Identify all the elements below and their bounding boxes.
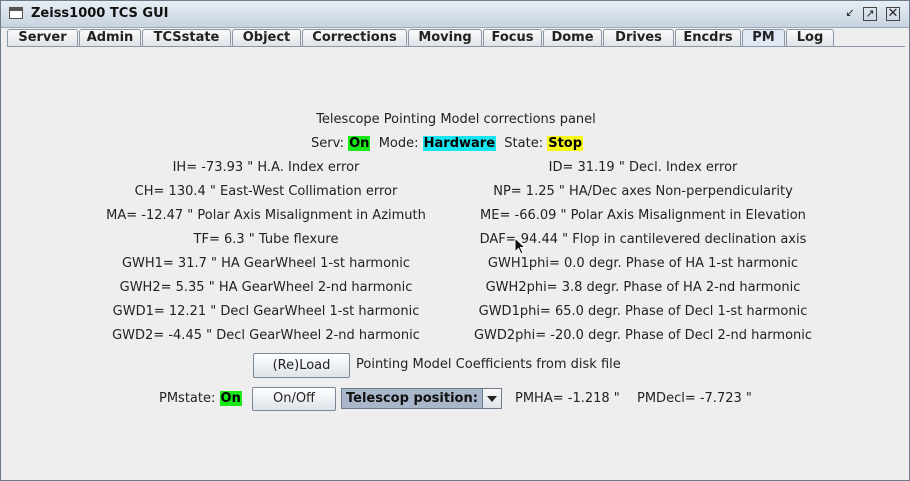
- telescope-position-value: Telescop position:: [346, 391, 478, 406]
- tab-server[interactable]: Server: [7, 29, 78, 46]
- param-id: ID= 31.19 " Decl. Index error: [548, 160, 738, 175]
- reload-description: Pointing Model Coefficients from disk fi…: [356, 357, 621, 372]
- pmstate-label: PMstate:: [159, 391, 216, 406]
- param-ma: MA= -12.47 " Polar Axis Misalignment in …: [106, 208, 426, 223]
- tab-corrections[interactable]: Corrections: [302, 29, 407, 46]
- tab-moving[interactable]: Moving: [408, 29, 482, 46]
- param-gwd2: GWD2= -4.45 " Decl GearWheel 2-nd harmon…: [112, 328, 420, 343]
- window-icon: [9, 7, 23, 19]
- reload-button[interactable]: (Re)Load: [253, 353, 350, 378]
- param-np: NP= 1.25 " HA/Dec axes Non-perpendicular…: [493, 184, 793, 199]
- param-daf: DAF= 94.44 " Flop in cantilevered declin…: [479, 232, 807, 247]
- tab-log[interactable]: Log: [786, 29, 834, 46]
- param-ih: IH= -73.93 " H.A. Index error: [172, 160, 360, 175]
- param-gwh2phi: GWH2phi= 3.8 degr. Phase of HA 2-nd harm…: [485, 280, 801, 295]
- status-line: Serv: On Mode: Hardware State: Stop: [311, 136, 584, 151]
- param-gwd1: GWD1= 12.21 " Decl GearWheel 1-st harmon…: [112, 304, 420, 319]
- panel-heading: Telescope Pointing Model corrections pan…: [316, 112, 596, 127]
- tab-pm[interactable]: PM: [742, 29, 785, 47]
- mode-status-badge: Hardware: [422, 136, 497, 151]
- tab-drives[interactable]: Drives: [603, 29, 674, 46]
- tab-object[interactable]: Object: [232, 29, 301, 46]
- serv-label: Serv:: [311, 136, 344, 151]
- param-gwd2phi: GWD2phi= -20.0 degr. Phase of Decl 2-nd …: [473, 328, 813, 343]
- close-icon[interactable]: ✕: [886, 7, 900, 21]
- pmha-value: PMHA= -1.218 ": [515, 391, 620, 406]
- pmdecl-value: PMDecl= -7.723 ": [637, 391, 752, 406]
- param-gwh1: GWH1= 31.7 " HA GearWheel 1-st harmonic: [121, 256, 411, 271]
- maximize-icon[interactable]: ↗: [863, 7, 877, 21]
- param-gwd1phi: GWD1phi= 65.0 degr. Phase of Decl 1-st h…: [478, 304, 808, 319]
- mode-label: Mode:: [378, 136, 419, 151]
- tab-tcsstate[interactable]: TCSstate: [142, 29, 231, 46]
- app-window: Zeiss1000 TCS GUI ↙ ↗ ✕ Server Admin TCS…: [0, 0, 910, 481]
- telescope-position-select[interactable]: Telescop position:: [341, 388, 502, 409]
- param-gwh1phi: GWH1phi= 0.0 degr. Phase of HA 1-st harm…: [487, 256, 799, 271]
- minimize-icon[interactable]: ↙: [843, 7, 857, 21]
- param-gwh2: GWH2= 5.35 " HA GearWheel 2-nd harmonic: [119, 280, 413, 295]
- tab-dome[interactable]: Dome: [543, 29, 602, 46]
- state-label: State:: [504, 136, 544, 151]
- param-tf: TF= 6.3 " Tube flexure: [193, 232, 339, 247]
- param-me: ME= -66.09 " Polar Axis Misalignment in …: [480, 208, 806, 223]
- tab-focus[interactable]: Focus: [483, 29, 542, 46]
- serv-status-badge: On: [348, 136, 371, 151]
- chevron-down-icon[interactable]: [482, 389, 501, 408]
- tab-admin[interactable]: Admin: [79, 29, 141, 46]
- state-status-badge: Stop: [547, 136, 584, 151]
- tab-encdrs[interactable]: Encdrs: [675, 29, 741, 46]
- onoff-button[interactable]: On/Off: [252, 387, 336, 411]
- mouse-cursor-icon: [514, 237, 527, 255]
- pmstate-badge: On: [219, 391, 242, 406]
- pmstate-line: PMstate: On: [159, 391, 242, 406]
- param-ch: CH= 130.4 " East-West Collimation error: [134, 184, 398, 199]
- title-bar[interactable]: Zeiss1000 TCS GUI ↙ ↗ ✕: [1, 1, 909, 28]
- window-title: Zeiss1000 TCS GUI: [31, 6, 169, 21]
